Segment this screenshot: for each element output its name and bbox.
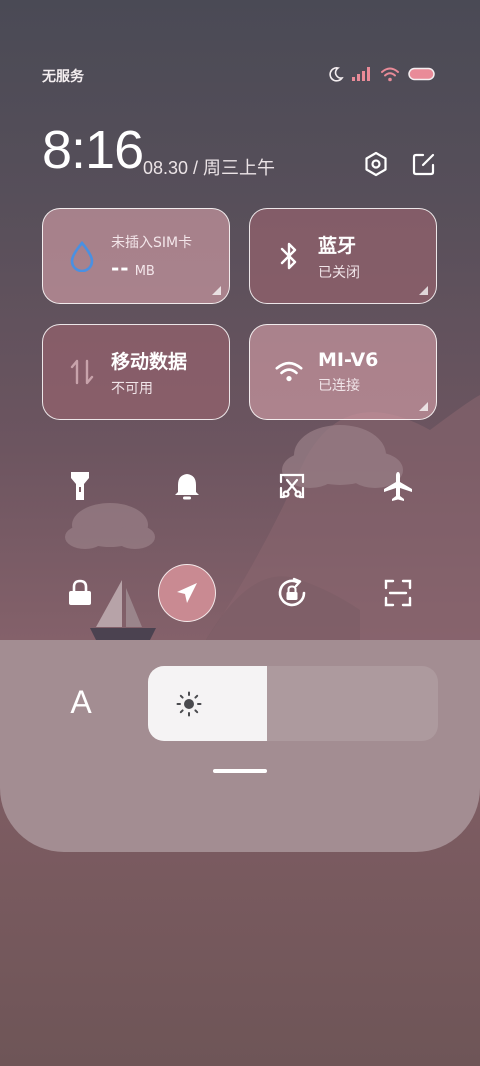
wifi-status: 已连接	[318, 378, 360, 394]
flashlight-toggle[interactable]	[60, 466, 100, 506]
lock-icon	[69, 579, 91, 605]
wifi-tile[interactable]: MI-V6 已连接	[249, 324, 437, 420]
signal-icon	[352, 67, 370, 81]
mobile-data-status: 不可用	[111, 380, 153, 397]
bluetooth-title: 蓝牙	[318, 234, 357, 257]
status-icons	[328, 66, 436, 82]
lock-screen-toggle[interactable]	[60, 573, 100, 613]
water-drop-icon	[67, 240, 97, 272]
expand-corner-icon	[419, 286, 428, 295]
sim-status-label: 未插入SIM卡	[111, 235, 193, 251]
rotation-lock-icon	[278, 577, 306, 607]
silent-toggle[interactable]	[167, 466, 207, 506]
wifi-icon	[381, 67, 399, 81]
drag-handle[interactable]	[213, 769, 267, 773]
scanner-toggle[interactable]	[378, 573, 418, 613]
mobile-data-title: 移动数据	[111, 350, 188, 373]
airplane-toggle[interactable]	[378, 466, 418, 506]
flashlight-icon	[71, 472, 89, 500]
bluetooth-status: 已关闭	[318, 264, 360, 281]
expand-corner-icon	[419, 402, 428, 411]
location-icon	[177, 583, 197, 603]
clock-time[interactable]: 8:16	[42, 118, 144, 182]
data-usage-tile[interactable]: 未插入SIM卡 -- MB	[42, 208, 230, 304]
sun-icon	[176, 691, 202, 717]
brightness-slider[interactable]	[148, 666, 438, 741]
airplane-icon	[384, 472, 412, 501]
moon-icon	[329, 67, 344, 82]
brightness-slider-fill	[148, 666, 267, 741]
wifi-icon	[274, 357, 304, 387]
screenshot-toggle[interactable]	[272, 466, 312, 506]
scan-icon	[384, 579, 412, 607]
data-usage-value: --	[111, 256, 130, 280]
wifi-network-name: MI-V6	[318, 349, 379, 371]
bluetooth-tile[interactable]: 蓝牙 已关闭	[249, 208, 437, 304]
location-toggle[interactable]	[158, 564, 216, 622]
data-usage-unit: MB	[134, 264, 155, 279]
clock-date[interactable]: 08.30 / 周三上午	[143, 154, 275, 180]
data-arrows-icon	[67, 357, 97, 387]
battery-icon	[408, 67, 435, 81]
rotation-lock-toggle[interactable]	[272, 573, 312, 613]
settings-icon[interactable]	[362, 150, 390, 178]
bell-icon	[175, 474, 199, 500]
bluetooth-icon	[274, 241, 304, 271]
auto-brightness-toggle[interactable]: A	[64, 684, 98, 722]
carrier-status: 无服务	[42, 69, 84, 85]
edit-icon[interactable]	[410, 150, 438, 178]
mobile-data-tile[interactable]: 移动数据 不可用	[42, 324, 230, 420]
screenshot-icon	[279, 473, 305, 499]
expand-corner-icon	[212, 286, 221, 295]
